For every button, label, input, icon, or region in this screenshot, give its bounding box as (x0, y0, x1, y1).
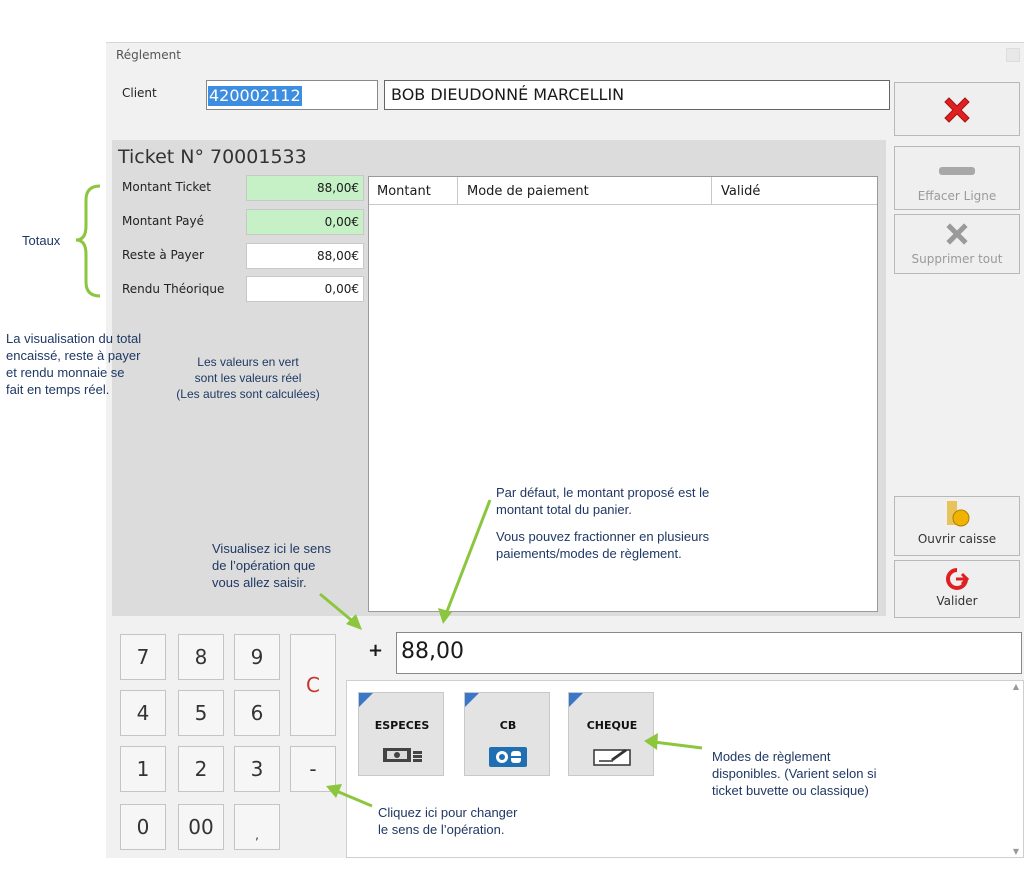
annotation-totaux: Totaux (22, 233, 61, 248)
totaux-brace (75, 184, 101, 298)
annotation-modes: Modes de règlement disponibles. (Varient… (712, 749, 877, 798)
annotation-defaut: Par défaut, le montant proposé est le mo… (496, 485, 710, 517)
annotation-changer: Cliquez ici pour changer le sens de l’op… (378, 805, 518, 837)
annotation-layer (75, 184, 703, 808)
arrow-changer (326, 784, 373, 808)
arrow-modes (644, 733, 703, 750)
arrow-sens (319, 592, 362, 630)
annotation-visualisation: La visualisation du total encaissé, rest… (6, 331, 142, 397)
annotation-sens: Visualisez ici le sens de l’opération qu… (212, 541, 331, 590)
arrow-defaut (438, 499, 492, 624)
annotation-valeurs: Les valeurs en vert sont les valeurs rée… (176, 355, 320, 401)
annotation-fractionner: Vous pouvez fractionner en plusieurs pai… (496, 529, 710, 561)
